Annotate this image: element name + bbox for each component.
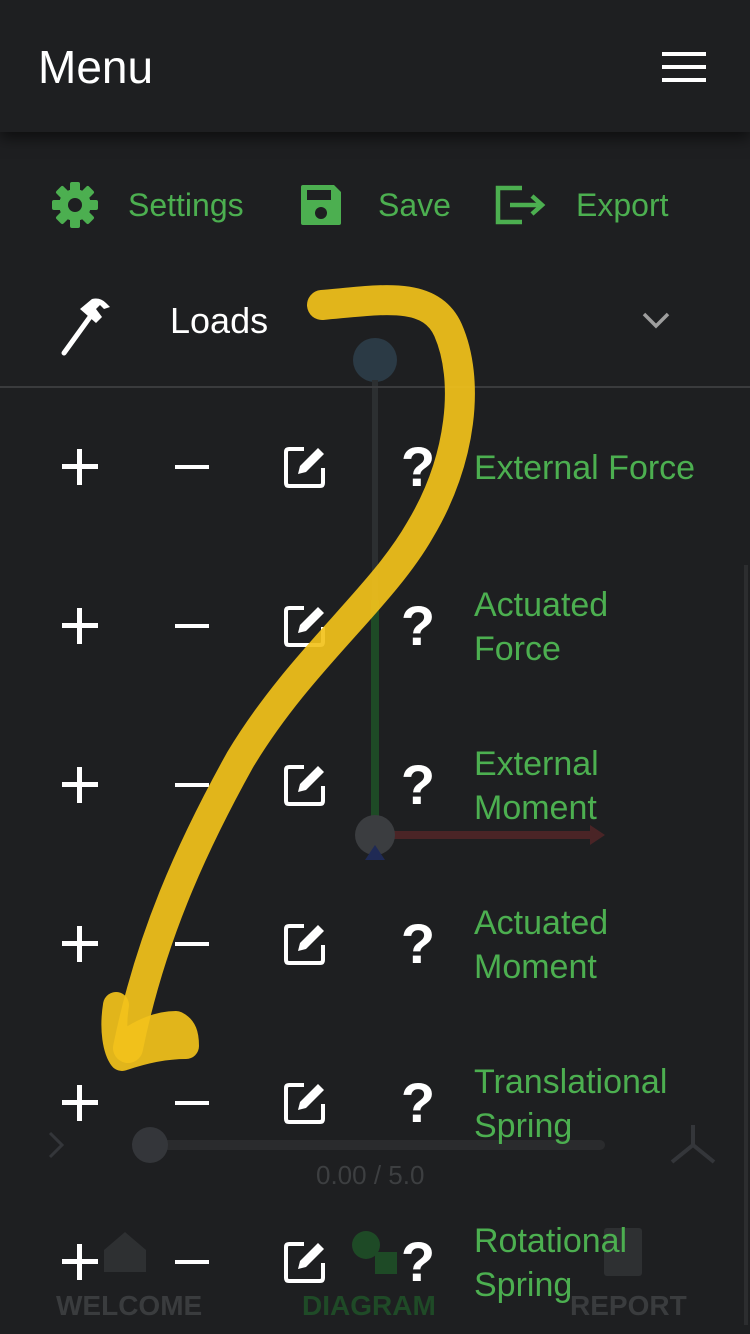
- load-name-line2: Moment: [474, 788, 597, 827]
- edit-load-button[interactable]: [282, 444, 328, 490]
- add-load-button[interactable]: [58, 445, 102, 489]
- load-name[interactable]: Actuated Force: [474, 547, 744, 706]
- load-row: ? Rotational Spring: [0, 1183, 750, 1334]
- help-button[interactable]: ?: [398, 593, 438, 659]
- plus-icon: [62, 1244, 98, 1280]
- page-title: Menu: [38, 41, 154, 93]
- chevron-down-icon: [640, 310, 672, 335]
- load-name-line1: Rotational: [474, 1221, 628, 1260]
- help-label: ?: [400, 1071, 436, 1134]
- save-label: Save: [378, 186, 451, 223]
- load-row: ? External Moment: [0, 706, 750, 865]
- menu-actions: Settings Save Export: [0, 170, 750, 240]
- hamburger-icon[interactable]: [660, 50, 708, 84]
- add-load-button[interactable]: [58, 763, 102, 807]
- edit-icon: [284, 765, 325, 806]
- remove-load-button[interactable]: [172, 445, 212, 489]
- help-label: ?: [400, 1230, 436, 1293]
- load-name-line1: Actuated: [474, 585, 609, 624]
- add-load-button[interactable]: [58, 1240, 102, 1284]
- add-load-button[interactable]: [58, 922, 102, 966]
- app-screen: 0.00 / 5.0 WELCOME DIAGRAM REPORT Menu S…: [0, 0, 750, 1334]
- minus-icon: [175, 783, 209, 787]
- remove-load-button[interactable]: [172, 763, 212, 807]
- load-name[interactable]: Actuated Moment: [474, 865, 744, 1024]
- load-name[interactable]: External Moment: [474, 706, 744, 865]
- load-row: ? Translational Spring: [0, 1024, 750, 1183]
- remove-load-button[interactable]: [172, 1081, 212, 1125]
- load-name-line1: Actuated: [474, 903, 609, 942]
- floppy-disk-icon: [298, 182, 344, 228]
- plus-icon: [62, 767, 98, 803]
- remove-load-button[interactable]: [172, 1240, 212, 1284]
- help-button[interactable]: ?: [398, 434, 438, 500]
- load-name-line1: External: [474, 744, 599, 783]
- help-button[interactable]: ?: [398, 1229, 438, 1295]
- plus-icon: [62, 926, 98, 962]
- edit-load-button[interactable]: [282, 921, 328, 967]
- load-name-line1: Translational: [474, 1062, 668, 1101]
- edit-icon: [284, 1083, 325, 1124]
- plus-icon: [62, 449, 98, 485]
- load-name[interactable]: Translational Spring: [474, 1024, 744, 1183]
- load-name-line2: Spring: [474, 1106, 573, 1145]
- add-load-button[interactable]: [58, 1081, 102, 1125]
- help-label: ?: [400, 594, 436, 657]
- plus-icon: [62, 1085, 98, 1121]
- load-name-line1: External Force: [474, 448, 696, 487]
- minus-icon: [175, 1101, 209, 1105]
- minus-icon: [175, 1260, 209, 1264]
- load-row: ? External Force: [0, 388, 750, 547]
- edit-load-button[interactable]: [282, 1080, 328, 1126]
- help-button[interactable]: ?: [398, 752, 438, 818]
- edit-load-button[interactable]: [282, 762, 328, 808]
- loads-label: Loads: [170, 300, 269, 341]
- load-row: ? Actuated Moment: [0, 865, 750, 1024]
- save-button[interactable]: Save: [298, 170, 451, 240]
- edit-icon: [284, 606, 325, 647]
- help-label: ?: [400, 753, 436, 816]
- export-icon: [492, 182, 548, 228]
- edit-icon: [284, 447, 325, 488]
- minus-icon: [175, 624, 209, 628]
- settings-label: Settings: [128, 186, 244, 223]
- load-name-line2: Spring: [474, 1265, 573, 1304]
- remove-load-button[interactable]: [172, 922, 212, 966]
- load-name-line2: Force: [474, 629, 561, 668]
- scrollbar[interactable]: [744, 565, 748, 1325]
- load-name[interactable]: Rotational Spring: [474, 1183, 744, 1334]
- help-label: ?: [400, 912, 436, 975]
- gear-icon: [50, 180, 100, 230]
- load-row: ? Actuated Force: [0, 547, 750, 706]
- hammer-icon: [58, 293, 114, 364]
- divider: [0, 386, 750, 388]
- edit-icon: [284, 924, 325, 965]
- minus-icon: [175, 942, 209, 946]
- remove-load-button[interactable]: [172, 604, 212, 648]
- minus-icon: [175, 465, 209, 469]
- edit-load-button[interactable]: [282, 1239, 328, 1285]
- help-button[interactable]: ?: [398, 911, 438, 977]
- menu-header: Menu: [0, 0, 750, 132]
- settings-button[interactable]: Settings: [50, 170, 244, 240]
- export-label: Export: [576, 186, 669, 223]
- edit-icon: [284, 1242, 325, 1283]
- help-button[interactable]: ?: [398, 1070, 438, 1136]
- help-label: ?: [400, 435, 436, 498]
- loads-dropdown[interactable]: Loads: [0, 280, 750, 386]
- plus-icon: [62, 608, 98, 644]
- edit-load-button[interactable]: [282, 603, 328, 649]
- export-button[interactable]: Export: [492, 170, 668, 240]
- add-load-button[interactable]: [58, 604, 102, 648]
- load-name-line2: Moment: [474, 947, 597, 986]
- load-name[interactable]: External Force: [474, 388, 744, 547]
